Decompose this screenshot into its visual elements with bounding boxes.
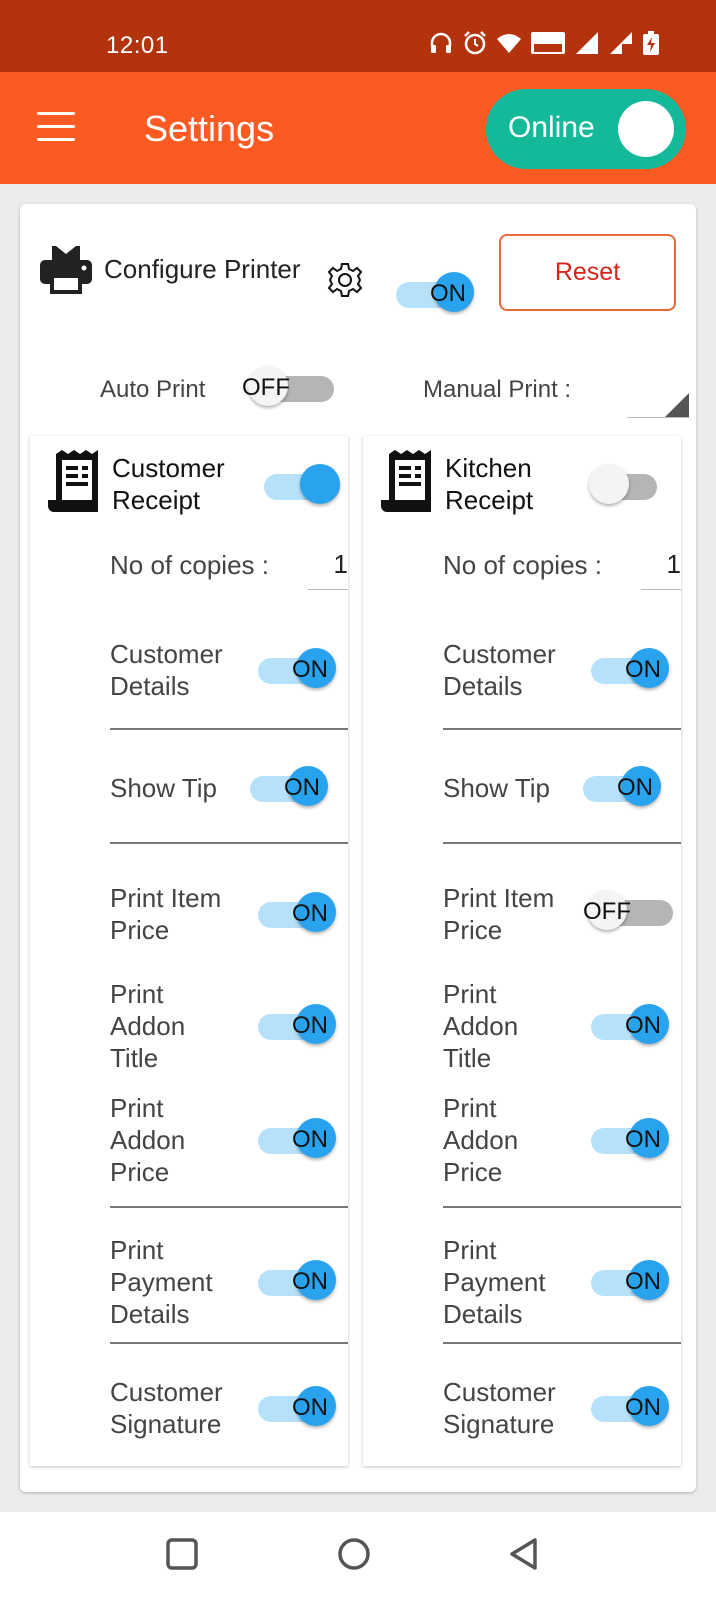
print-item-price-switch[interactable]: OFF bbox=[583, 884, 677, 940]
print-item-price-label: Print Item Price bbox=[443, 883, 555, 945]
kitchen-receipt-panel: Kitchen Receipt No of copies : CustomerD… bbox=[363, 436, 681, 1466]
manual-print-label: Manual Print : bbox=[423, 376, 572, 403]
customer-details-label: Customer Details bbox=[443, 639, 556, 701]
divider bbox=[110, 842, 348, 844]
alarm-icon bbox=[462, 30, 488, 56]
show-tip-switch[interactable]: ON bbox=[579, 760, 669, 816]
customer-details-switch[interactable]: ON bbox=[254, 642, 344, 698]
online-toggle-label: Online bbox=[508, 111, 595, 144]
copies-input[interactable] bbox=[308, 540, 348, 590]
customer-signature-switch[interactable]: ON bbox=[587, 1380, 677, 1436]
customer-receipt-panel: Customer Receipt No of copies : Customer… bbox=[30, 436, 348, 1466]
show-tip-label: Show Tip bbox=[110, 773, 217, 803]
reset-button[interactable]: Reset bbox=[499, 234, 676, 311]
printer-enabled-switch[interactable]: ON bbox=[392, 266, 482, 322]
divider bbox=[110, 1342, 348, 1344]
app-bar: Settings Online bbox=[0, 72, 716, 184]
copies-label: No of copies : bbox=[110, 550, 269, 580]
status-time: 12:01 bbox=[106, 32, 169, 59]
dropdown-arrow-icon bbox=[665, 393, 689, 417]
home-icon[interactable] bbox=[334, 1534, 374, 1574]
configure-printer-label: Configure Printer bbox=[104, 254, 301, 284]
print-addon-title-label: Print Addon Title bbox=[443, 979, 519, 1073]
divider bbox=[443, 842, 681, 844]
print-item-price-label: Print Item Price bbox=[110, 883, 222, 945]
divider bbox=[443, 1206, 681, 1208]
print-payment-details-label: Print Payment Details bbox=[443, 1235, 546, 1329]
page-title: Settings bbox=[144, 108, 275, 149]
divider bbox=[443, 1342, 681, 1344]
gear-icon[interactable] bbox=[325, 260, 365, 300]
divider bbox=[110, 1206, 348, 1208]
customer-signature-label: Customer Signature bbox=[110, 1377, 223, 1439]
signal-roaming-icon bbox=[608, 30, 634, 56]
kitchen-receipt-enable-switch[interactable] bbox=[589, 458, 679, 514]
volte-icon bbox=[530, 30, 566, 56]
print-item-price-switch[interactable]: ON bbox=[254, 886, 344, 942]
wifi-icon bbox=[496, 30, 522, 56]
customer-receipt-enable-switch[interactable] bbox=[260, 458, 350, 514]
auto-print-switch[interactable]: OFF bbox=[242, 360, 338, 416]
hamburger-menu-icon[interactable] bbox=[37, 112, 75, 142]
system-nav-bar bbox=[0, 1512, 716, 1600]
show-tip-label: Show Tip bbox=[443, 773, 550, 803]
customer-signature-switch[interactable]: ON bbox=[254, 1380, 344, 1436]
print-payment-details-switch[interactable]: ON bbox=[254, 1254, 344, 1310]
print-addon-price-label: Print Addon Price bbox=[110, 1093, 186, 1187]
customer-signature-label: Customer Signature bbox=[443, 1377, 556, 1439]
headphones-icon bbox=[428, 30, 454, 56]
receipt-icon bbox=[48, 450, 98, 512]
receipt-icon bbox=[381, 450, 431, 512]
kitchen-receipt-title: Kitchen Receipt bbox=[445, 453, 534, 515]
auto-print-label: Auto Print bbox=[100, 376, 206, 403]
show-tip-switch[interactable]: ON bbox=[246, 760, 336, 816]
print-payment-details-label: Print Payment Details bbox=[110, 1235, 213, 1329]
online-toggle-knob bbox=[618, 101, 674, 157]
manual-print-dropdown[interactable] bbox=[627, 386, 689, 418]
print-addon-price-switch[interactable]: ON bbox=[254, 1112, 344, 1168]
customer-details-switch[interactable]: ON bbox=[587, 642, 677, 698]
print-addon-title-switch[interactable]: ON bbox=[254, 998, 344, 1054]
copies-label: No of copies : bbox=[443, 550, 602, 580]
customer-receipt-title: Customer Receipt bbox=[112, 453, 225, 515]
copies-input[interactable] bbox=[641, 540, 681, 590]
divider bbox=[443, 728, 681, 730]
back-icon[interactable] bbox=[505, 1534, 545, 1574]
print-addon-title-label: Print Addon Title bbox=[110, 979, 186, 1073]
print-addon-title-switch[interactable]: ON bbox=[587, 998, 677, 1054]
print-addon-price-label: Print Addon Price bbox=[443, 1093, 519, 1187]
customer-details-label: Customer Details bbox=[110, 639, 223, 701]
status-bar: 12:01 bbox=[0, 0, 716, 72]
printer-icon bbox=[40, 246, 92, 294]
online-toggle[interactable]: Online bbox=[486, 89, 686, 169]
signal-icon bbox=[574, 30, 600, 56]
print-payment-details-switch[interactable]: ON bbox=[587, 1254, 677, 1310]
battery-charging-icon bbox=[642, 30, 660, 56]
print-addon-price-switch[interactable]: ON bbox=[587, 1112, 677, 1168]
divider bbox=[110, 728, 348, 730]
status-icons bbox=[428, 30, 660, 56]
recent-apps-icon[interactable] bbox=[162, 1534, 202, 1574]
